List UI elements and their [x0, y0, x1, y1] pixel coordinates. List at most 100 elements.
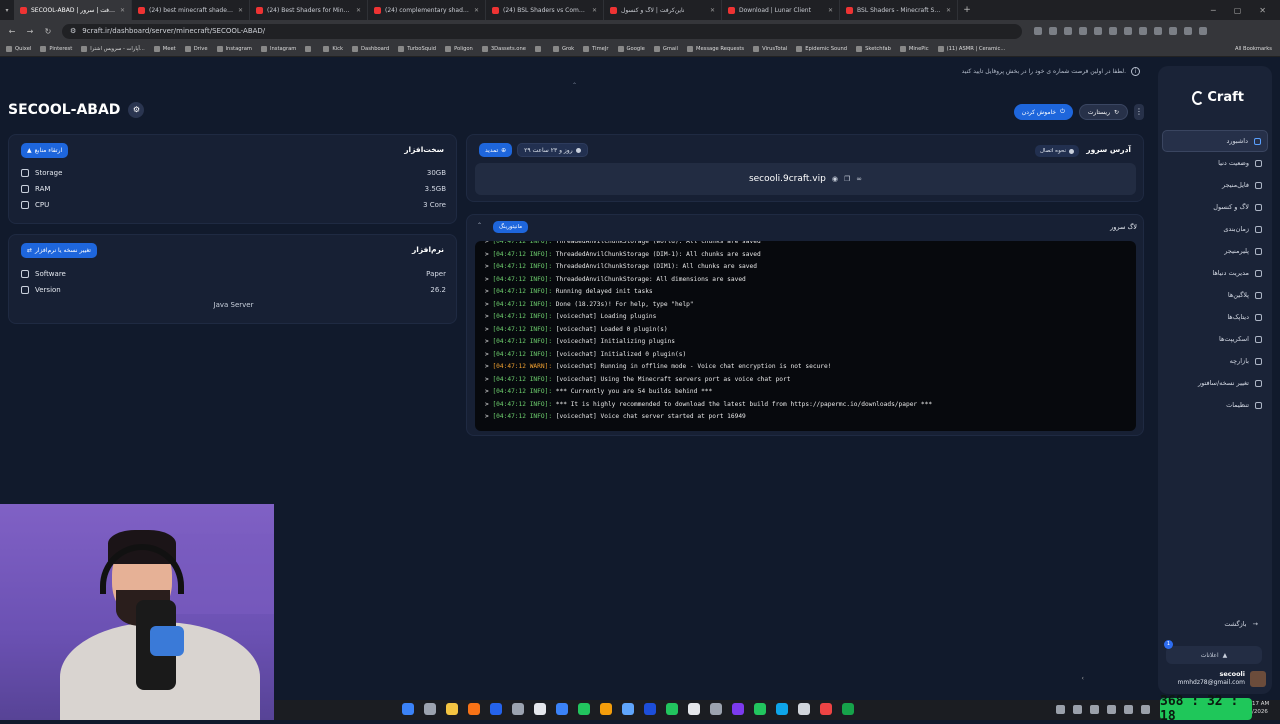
console-output[interactable]: > [04:47:12 INFO]: ThreadedAnvilChunkSto…: [475, 241, 1136, 431]
extension-icon[interactable]: [1139, 27, 1147, 35]
taskbar-app-icon[interactable]: [490, 703, 502, 715]
bookmark-item[interactable]: MinePic: [899, 46, 929, 52]
close-tab-icon[interactable]: ✕: [828, 7, 833, 14]
sidebar-item[interactable]: وضعیت دنیا: [1162, 152, 1268, 174]
taskbar-app-icon[interactable]: [402, 703, 414, 715]
bookmark-item[interactable]: Poligon: [445, 46, 473, 52]
close-tab-icon[interactable]: ✕: [120, 7, 125, 14]
shutdown-button[interactable]: خاموش کردن ⏻: [1013, 104, 1073, 120]
bookmark-item[interactable]: Quixel: [6, 46, 31, 52]
extension-icon[interactable]: [1079, 27, 1087, 35]
new-tab-button[interactable]: +: [958, 5, 976, 15]
tray-icon[interactable]: [1090, 705, 1099, 714]
bookmark-item[interactable]: Kick: [323, 46, 343, 52]
forward-icon[interactable]: →: [24, 27, 36, 36]
close-tab-icon[interactable]: ✕: [592, 7, 597, 14]
sidebar-item[interactable]: بازارچه: [1162, 350, 1268, 372]
tray-icon[interactable]: [1107, 705, 1116, 714]
taskbar-app-icon[interactable]: [600, 703, 612, 715]
sidebar-item[interactable]: تنظیمات: [1162, 394, 1268, 416]
sidebar-item[interactable]: پلاگین‌ها: [1162, 284, 1268, 306]
extend-button[interactable]: تمدید ⊕: [479, 143, 513, 157]
extension-icon[interactable]: [1154, 27, 1162, 35]
monitoring-button[interactable]: مانیتورینگ: [493, 221, 529, 233]
sidebar-item[interactable]: اسکریپت‌ها: [1162, 328, 1268, 350]
bookmark-item[interactable]: Instagram: [216, 46, 252, 52]
change-version-button[interactable]: ⇄ تغییر نسخه یا نرم‌افزار: [21, 243, 97, 258]
eye-icon[interactable]: ◉: [832, 175, 838, 183]
sidebar-item[interactable]: مدیریت دنیاها: [1162, 262, 1268, 284]
bookmark-item[interactable]: (11) ASMR | Ceramic...: [937, 46, 1005, 52]
extension-icon[interactable]: [1124, 27, 1132, 35]
taskbar-app-icon[interactable]: [732, 703, 744, 715]
bookmark-item[interactable]: VirusTotal: [753, 46, 787, 52]
extension-icon[interactable]: [1094, 27, 1102, 35]
bookmark-item[interactable]: Google: [617, 46, 645, 52]
tab-search-icon[interactable]: ▾: [0, 7, 14, 14]
extension-icon[interactable]: [1199, 27, 1207, 35]
extension-icon[interactable]: [1109, 27, 1117, 35]
taskbar-app-icon[interactable]: [424, 703, 436, 715]
collapse-log-icon[interactable]: ⌃: [477, 222, 482, 229]
close-tab-icon[interactable]: ✕: [474, 7, 479, 14]
brand-logo[interactable]: Craft: [1192, 90, 1244, 105]
browser-tab[interactable]: (24) best minecraft shaders high ✕: [132, 0, 250, 20]
close-tab-icon[interactable]: ✕: [710, 7, 715, 14]
bookmark-item[interactable]: [305, 46, 314, 52]
browser-tab[interactable]: BSL Shaders - Minecraft Shade ✕: [840, 0, 958, 20]
taskbar-app-icon[interactable]: [644, 703, 656, 715]
taskbar-app-icon[interactable]: [622, 703, 634, 715]
taskbar-app-icon[interactable]: [512, 703, 524, 715]
extension-icon[interactable]: [1049, 27, 1057, 35]
tray-icon[interactable]: [1141, 705, 1150, 714]
all-bookmarks[interactable]: All Bookmarks: [1235, 46, 1280, 52]
sidebar-item[interactable]: زمان‌بندی: [1162, 218, 1268, 240]
back-icon[interactable]: ←: [6, 27, 18, 36]
tray-icon[interactable]: [1056, 705, 1065, 714]
extension-icon[interactable]: [1184, 27, 1192, 35]
tray-icon[interactable]: [1073, 705, 1082, 714]
chevron-left-icon[interactable]: ‹: [1082, 675, 1084, 682]
bookmark-item[interactable]: Grok: [552, 46, 574, 52]
bookmark-item[interactable]: آپارات - سرویس اشترا...: [81, 46, 145, 52]
bookmark-item[interactable]: Meet: [153, 46, 176, 52]
close-tab-icon[interactable]: ✕: [356, 7, 361, 14]
sidebar-item[interactable]: پلیرمنیجر: [1162, 240, 1268, 262]
sidebar-item[interactable]: دیتاپک‌ها: [1162, 306, 1268, 328]
taskbar-app-icon[interactable]: [754, 703, 766, 715]
site-info-icon[interactable]: ⚙: [70, 27, 76, 35]
user-profile[interactable]: ‹ secooli mmhdz78@gmail.com: [1082, 670, 1266, 687]
reload-icon[interactable]: ↻: [42, 27, 54, 36]
bookmark-item[interactable]: Pinterest: [40, 46, 72, 52]
back-button[interactable]: بازگشت →: [1224, 620, 1258, 628]
minimize-icon[interactable]: ─: [1211, 6, 1216, 15]
bookmark-item[interactable]: Epidemic Sound: [796, 46, 847, 52]
close-tab-icon[interactable]: ✕: [946, 7, 951, 14]
bookmark-item[interactable]: TurboSquid: [398, 46, 436, 52]
link-icon[interactable]: ∞: [856, 175, 862, 183]
taskbar-app-icon[interactable]: [798, 703, 810, 715]
taskbar-app-icon[interactable]: [578, 703, 590, 715]
url-bar[interactable]: ⚙ 9craft.ir/dashboard/server/minecraft/S…: [62, 23, 1022, 39]
bookmark-item[interactable]: [534, 46, 544, 52]
close-tab-icon[interactable]: ✕: [238, 7, 243, 14]
taskbar-app-icon[interactable]: [820, 703, 832, 715]
browser-tab[interactable]: (24) Best Shaders for Minecraft ✕: [250, 0, 368, 20]
browser-tab[interactable]: (24) BSL Shaders vs Complemen ✕: [486, 0, 604, 20]
collapse-caret-icon[interactable]: ⌃: [572, 82, 577, 89]
taskbar-app-icon[interactable]: [534, 703, 546, 715]
taskbar-app-icon[interactable]: [776, 703, 788, 715]
browser-tab[interactable]: Download | Lunar Client ✕: [722, 0, 840, 20]
browser-tab[interactable]: (24) complementary shaders sp ✕: [368, 0, 486, 20]
bookmark-item[interactable]: Dashboard: [352, 46, 389, 52]
restart-button[interactable]: ریستارت ↻: [1078, 104, 1128, 120]
bookmark-item[interactable]: Gmail: [653, 46, 678, 52]
extension-icon[interactable]: [1169, 27, 1177, 35]
sidebar-item[interactable]: داشبورد: [1162, 130, 1268, 152]
system-clock[interactable]: 17 AM /2026: [1252, 700, 1269, 716]
browser-tab[interactable]: ناین‌کرفت | لاگ و کنسول ✕: [604, 0, 722, 20]
bookmark-item[interactable]: 3Dassets.one: [481, 46, 526, 52]
sidebar-item[interactable]: فایل‌منیجر: [1162, 174, 1268, 196]
sidebar-item[interactable]: تغییر نسخه/سافتور: [1162, 372, 1268, 394]
extension-icon[interactable]: [1034, 27, 1042, 35]
